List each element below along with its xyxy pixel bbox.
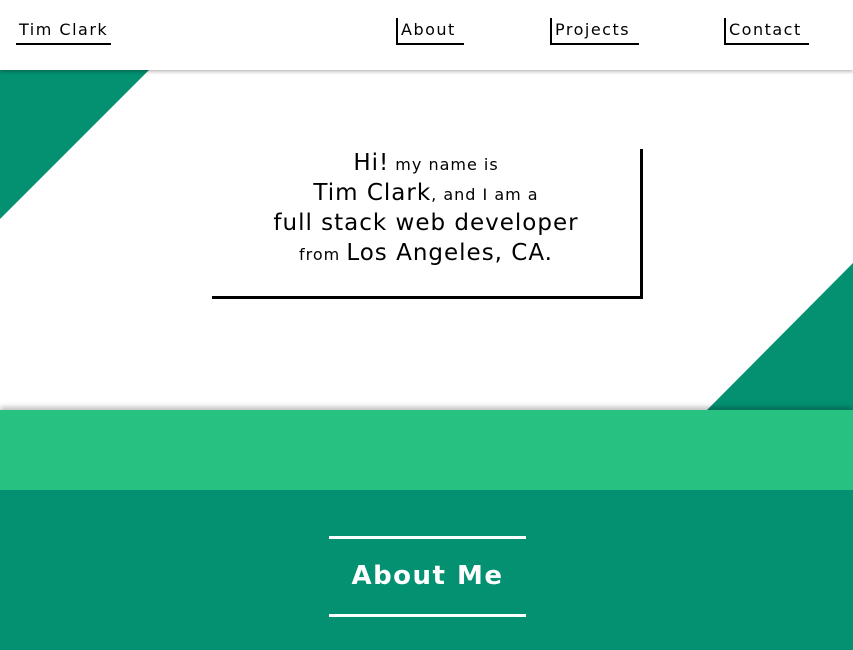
top-left-triangle xyxy=(0,70,149,219)
intro-text: , and I am a xyxy=(431,185,539,204)
page: Tim Clark About Projects Contact Hi! my … xyxy=(0,0,853,650)
hero-section: Hi! my name is Tim Clark, and I am a ful… xyxy=(0,70,853,410)
nav-link-contact[interactable]: Contact xyxy=(724,18,809,45)
intro-line-4: from Los Angeles, CA. xyxy=(212,239,640,269)
about-heading: About Me xyxy=(329,536,526,617)
bottom-right-triangle xyxy=(707,263,853,410)
intro-role: full stack web developer xyxy=(273,210,579,236)
nav-link-about[interactable]: About xyxy=(396,18,464,45)
intro-location: Los Angeles, CA. xyxy=(346,240,553,266)
brand-link[interactable]: Tim Clark xyxy=(16,18,112,45)
intro-line-1: Hi! my name is xyxy=(212,149,640,179)
navbar: Tim Clark About Projects Contact xyxy=(0,0,853,70)
intro-text: my name is xyxy=(389,155,499,174)
nav-link-projects[interactable]: Projects xyxy=(550,18,639,45)
intro-line-2: Tim Clark, and I am a xyxy=(212,179,640,209)
intro-name: Tim Clark xyxy=(313,180,432,206)
intro-text: from xyxy=(298,245,347,264)
about-section: About Me xyxy=(0,490,853,650)
accent-band xyxy=(0,410,853,490)
intro-line-3: full stack web developer xyxy=(212,209,640,239)
intro-box: Hi! my name is Tim Clark, and I am a ful… xyxy=(212,149,643,299)
intro-greeting: Hi! xyxy=(353,150,390,176)
